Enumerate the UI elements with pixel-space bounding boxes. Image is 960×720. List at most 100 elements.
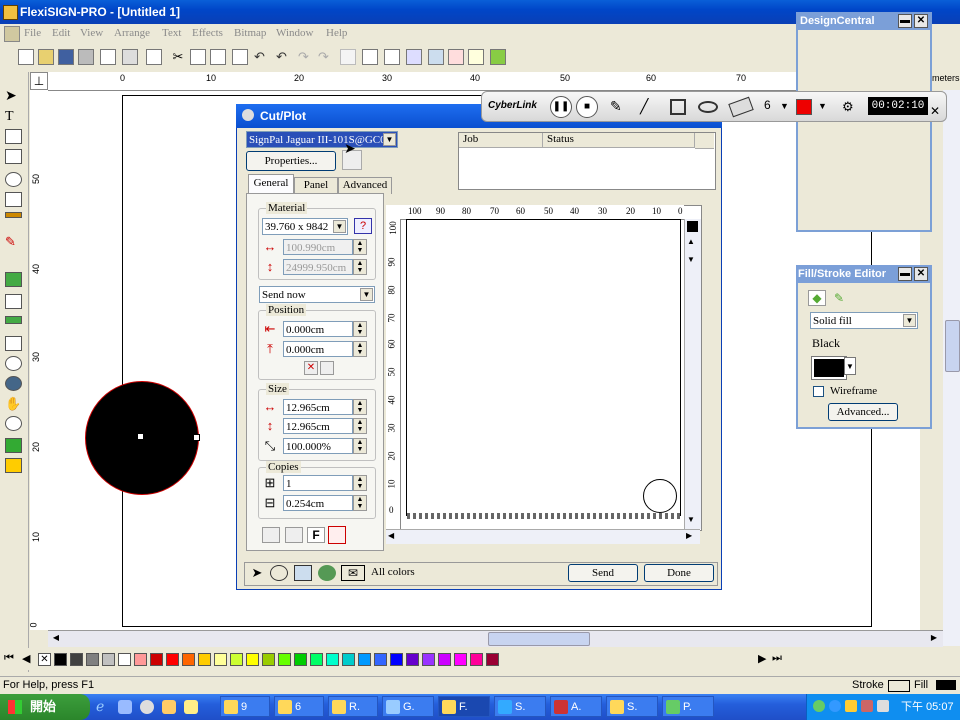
color-swatch[interactable] [150, 653, 163, 666]
send-mode-dropdown[interactable]: Send now ▼ [259, 286, 375, 303]
ellipse-icon[interactable] [698, 101, 718, 113]
preview-h-scrollbar[interactable]: ◀ ▶ [386, 529, 700, 544]
color-swatch[interactable] [118, 653, 131, 666]
tab-advanced[interactable]: Advanced [338, 177, 392, 194]
set-position-icon[interactable] [320, 361, 334, 375]
menu-text[interactable]: Text [162, 27, 181, 39]
color-swatch[interactable] [326, 653, 339, 666]
node-handle[interactable] [193, 434, 200, 441]
chevron-down-icon[interactable]: ▼ [844, 357, 856, 375]
zoom-tool-icon[interactable] [5, 356, 22, 371]
tray-icon[interactable] [861, 700, 873, 712]
grid-icon[interactable] [384, 49, 400, 65]
redo2-icon[interactable]: ↷ [318, 49, 334, 65]
text-tool-icon[interactable]: T [5, 109, 22, 124]
color-swatch[interactable] [486, 653, 499, 666]
document-icon[interactable] [4, 26, 20, 42]
vertical-scrollbar[interactable] [943, 90, 960, 646]
taskbar-button[interactable]: S. [494, 696, 546, 717]
zoom-all-icon[interactable] [318, 565, 336, 581]
palette-last-icon[interactable]: ⏭ [772, 652, 782, 665]
eraser-icon[interactable] [728, 96, 754, 118]
chevron-down-icon[interactable]: ▼ [818, 101, 827, 111]
tray-icon[interactable] [813, 700, 825, 712]
taskbar-button[interactable]: P. [662, 696, 714, 717]
pause-icon[interactable]: ❚❚ [550, 96, 572, 118]
duplicate-icon[interactable] [232, 49, 248, 65]
menu-edit[interactable]: Edit [52, 27, 70, 39]
preview-media[interactable] [406, 219, 681, 519]
color-swatch[interactable] [102, 653, 115, 666]
chevron-down-icon[interactable]: ▼ [903, 314, 916, 327]
pen-color-swatch[interactable] [796, 99, 812, 115]
quicklaunch-icon[interactable] [184, 700, 198, 714]
layout-icon[interactable] [362, 49, 378, 65]
color-swatch[interactable] [182, 653, 195, 666]
color-swatch[interactable] [230, 653, 243, 666]
color-swatch[interactable] [374, 653, 387, 666]
preview-v-scrollbar[interactable]: ▲ ▼ ▼ [684, 219, 701, 529]
spell-check-icon[interactable] [340, 49, 356, 65]
menu-help[interactable]: Help [326, 27, 347, 39]
cutplot-icon[interactable] [100, 49, 116, 65]
properties-button[interactable]: Properties... [246, 151, 336, 171]
advanced-button[interactable]: Advanced... [828, 403, 898, 421]
size-width-field[interactable]: 12.965cm [283, 399, 353, 415]
palette-icon[interactable] [448, 49, 464, 65]
chevron-down-icon[interactable]: ▼ [383, 133, 396, 146]
color-grid-icon[interactable] [490, 49, 506, 65]
size-height-field[interactable]: 12.965cm [283, 418, 353, 434]
fill-color-swatch[interactable] [811, 356, 847, 380]
zoom-all-tool-icon[interactable] [5, 438, 22, 453]
scroll-down-icon[interactable]: ▼ [687, 255, 695, 264]
quicklaunch-icon[interactable] [118, 700, 132, 714]
menu-bitmap[interactable]: Bitmap [234, 27, 266, 39]
position-y-spinner[interactable]: ▲ ▼ [353, 341, 367, 357]
palette-prev-icon[interactable]: ◀ [22, 652, 30, 665]
reset-position-icon[interactable]: ✕ [304, 361, 318, 375]
registration-icon[interactable] [328, 526, 346, 544]
quicklaunch-icon[interactable] [140, 700, 154, 714]
chevron-down-icon[interactable]: ▼ [780, 101, 789, 111]
position-x-field[interactable]: 0.000cm [283, 321, 353, 337]
status-column-header[interactable]: Status [543, 133, 695, 148]
save-icon[interactable] [58, 49, 74, 65]
no-color-swatch[interactable]: ✕ [38, 653, 51, 666]
scale-spinner[interactable]: ▲ ▼ [353, 438, 367, 454]
taskbar-button[interactable]: S. [606, 696, 658, 717]
color-swatch[interactable] [406, 653, 419, 666]
chevron-down-icon[interactable]: ▼ [333, 220, 346, 233]
horizontal-scroll-thumb[interactable] [488, 632, 590, 646]
vertical-scroll-thumb[interactable] [945, 320, 960, 372]
color-swatch[interactable] [278, 653, 291, 666]
job-column-header[interactable]: Job [459, 133, 543, 148]
scroll-left-icon[interactable]: ◀ [50, 632, 62, 644]
job-list[interactable]: Job Status [458, 132, 716, 190]
envelope-icon[interactable]: ✉ [341, 565, 365, 581]
production-icon[interactable] [146, 49, 162, 65]
send-button[interactable]: Send [568, 564, 638, 582]
color-swatch[interactable] [86, 653, 99, 666]
color-swatch[interactable] [390, 653, 403, 666]
fill-type-dropdown[interactable]: Solid fill ▼ [810, 312, 918, 329]
copy-icon[interactable] [190, 49, 206, 65]
zoom-in-tool-icon[interactable] [5, 376, 22, 391]
node-icon[interactable] [406, 49, 422, 65]
tab-general[interactable]: General [248, 174, 294, 194]
measure-tool-icon[interactable] [5, 272, 22, 287]
wireframe-checkbox[interactable] [813, 386, 824, 397]
color-swatch[interactable] [246, 653, 259, 666]
paste-icon[interactable] [210, 49, 226, 65]
menu-view[interactable]: View [80, 27, 103, 39]
scroll-right-icon[interactable]: ▶ [686, 531, 692, 540]
zoom-out-tool-icon[interactable] [5, 416, 22, 431]
palette-next-icon[interactable]: ▶ [758, 652, 766, 665]
taskbar-button[interactable]: A. [550, 696, 602, 717]
color-swatch[interactable] [262, 653, 275, 666]
cut-icon[interactable]: ✂ [170, 49, 186, 65]
stroke-tab-icon[interactable]: ✎ [830, 290, 848, 306]
tray-icon[interactable] [845, 700, 857, 712]
size-height-spinner[interactable]: ▲ ▼ [353, 418, 367, 434]
minimize-icon[interactable]: ▬ [898, 14, 912, 28]
rectangle-icon[interactable] [670, 99, 686, 115]
